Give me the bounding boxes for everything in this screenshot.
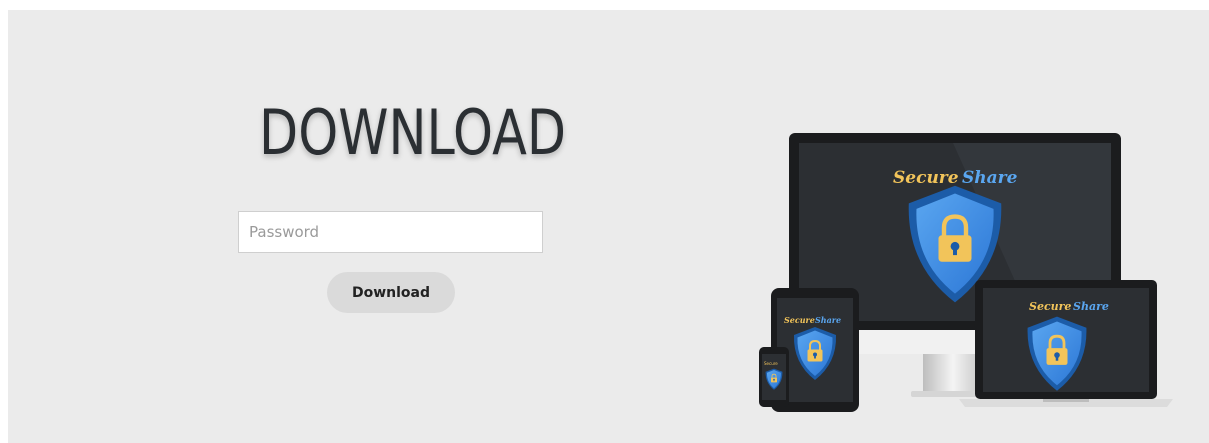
svg-text:Secure: Secure bbox=[764, 361, 778, 366]
svg-text:Secure: Secure bbox=[784, 315, 815, 325]
password-input[interactable] bbox=[238, 211, 543, 253]
svg-text:Secure: Secure bbox=[1029, 300, 1071, 313]
svg-text:Share: Share bbox=[962, 168, 1018, 188]
devices-illustration: Secure Share Secure Share Secure Share S… bbox=[743, 125, 1183, 415]
download-page: DOWNLOAD Download Secure Share Secure Sh… bbox=[8, 10, 1209, 443]
svg-text:Secure: Secure bbox=[893, 168, 959, 188]
page-title: DOWNLOAD bbox=[259, 96, 567, 169]
svg-text:Share: Share bbox=[1073, 300, 1109, 313]
download-button[interactable]: Download bbox=[327, 272, 455, 313]
svg-text:Share: Share bbox=[815, 315, 841, 325]
secure-share-devices-icon: Secure Share Secure Share Secure Share S… bbox=[759, 133, 1173, 412]
